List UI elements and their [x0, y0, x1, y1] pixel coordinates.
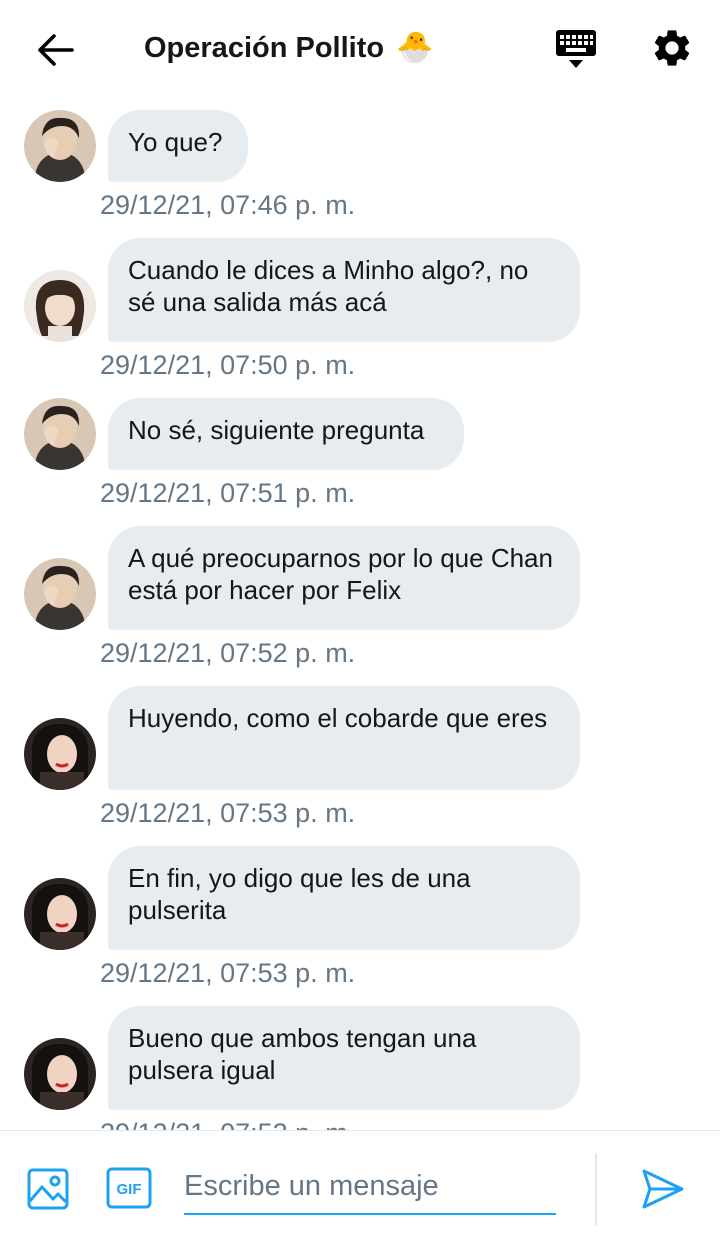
header: Operación Pollito 🐣: [0, 0, 720, 96]
message-bubble: Cuando le dices a Minho algo?, no sé una…: [108, 238, 580, 342]
message-text: En fin, yo digo que les de una pulserita: [128, 863, 471, 925]
message-timestamp: 29/12/21, 07:53 p. m.: [100, 958, 356, 988]
image-icon: [27, 1168, 69, 1210]
conversation-title-text: Operación Pollito: [144, 32, 385, 64]
message-timestamp: 29/12/21, 07:53 p. m.: [100, 798, 356, 828]
avatar[interactable]: [24, 558, 96, 630]
send-button[interactable]: [640, 1167, 686, 1211]
avatar[interactable]: [24, 270, 96, 342]
message-bubble: Yo que?: [108, 110, 248, 182]
add-gif-button[interactable]: GIF: [106, 1167, 152, 1209]
message-bubble: Bueno que ambos tengan una pulsera igual: [108, 1006, 580, 1110]
avatar[interactable]: [24, 878, 96, 950]
gif-label: GIF: [117, 1181, 142, 1198]
avatar[interactable]: [24, 718, 96, 790]
message-composer: GIF: [0, 1130, 720, 1247]
keyboard-shortcuts-button[interactable]: [554, 28, 598, 72]
message-input[interactable]: [184, 1159, 556, 1215]
message-timestamp: 29/12/21, 07:46 p. m.: [100, 190, 356, 220]
settings-button[interactable]: [650, 26, 694, 70]
composer-divider: [595, 1153, 597, 1225]
avatar[interactable]: [24, 1038, 96, 1110]
message-list[interactable]: Yo que? 29/12/21, 07:46 p. m. Cuando le …: [0, 96, 720, 1130]
message-text: No sé, siguiente pregunta: [128, 415, 425, 445]
message-text: Yo que?: [128, 127, 223, 157]
message-timestamp: 29/12/21, 07:51 p. m.: [100, 478, 356, 508]
message-text: Bueno que ambos tengan una pulsera igual: [128, 1023, 477, 1085]
message-bubble: No sé, siguiente pregunta: [108, 398, 464, 470]
conversation-title: Operación Pollito 🐣: [144, 26, 433, 70]
message-bubble: Huyendo, como el cobarde que eres: [108, 686, 580, 790]
message-bubble: En fin, yo digo que les de una pulserita: [108, 846, 580, 950]
message-text: A qué preocuparnos por lo que Chan está …: [128, 543, 553, 605]
back-button[interactable]: [36, 30, 76, 70]
message-timestamp: 29/12/21, 07:53 p. m.: [100, 1118, 355, 1130]
send-icon: [642, 1169, 684, 1209]
hatching-chick-emoji: 🐣: [396, 31, 434, 64]
keyboard-icon: [556, 30, 596, 68]
gif-icon: GIF: [106, 1167, 152, 1209]
message-timestamp: 29/12/21, 07:52 p. m.: [100, 638, 356, 668]
message-bubble: A qué preocuparnos por lo que Chan está …: [108, 526, 580, 630]
add-image-button[interactable]: [26, 1167, 70, 1211]
gear-icon: [654, 30, 690, 66]
message-text: Cuando le dices a Minho algo?, no sé una…: [128, 255, 529, 317]
arrow-left-icon: [38, 34, 74, 66]
avatar[interactable]: [24, 398, 96, 470]
avatar[interactable]: [24, 110, 96, 182]
message-text: Huyendo, como el cobarde que eres: [128, 703, 548, 733]
message-timestamp: 29/12/21, 07:50 p. m.: [100, 350, 356, 380]
